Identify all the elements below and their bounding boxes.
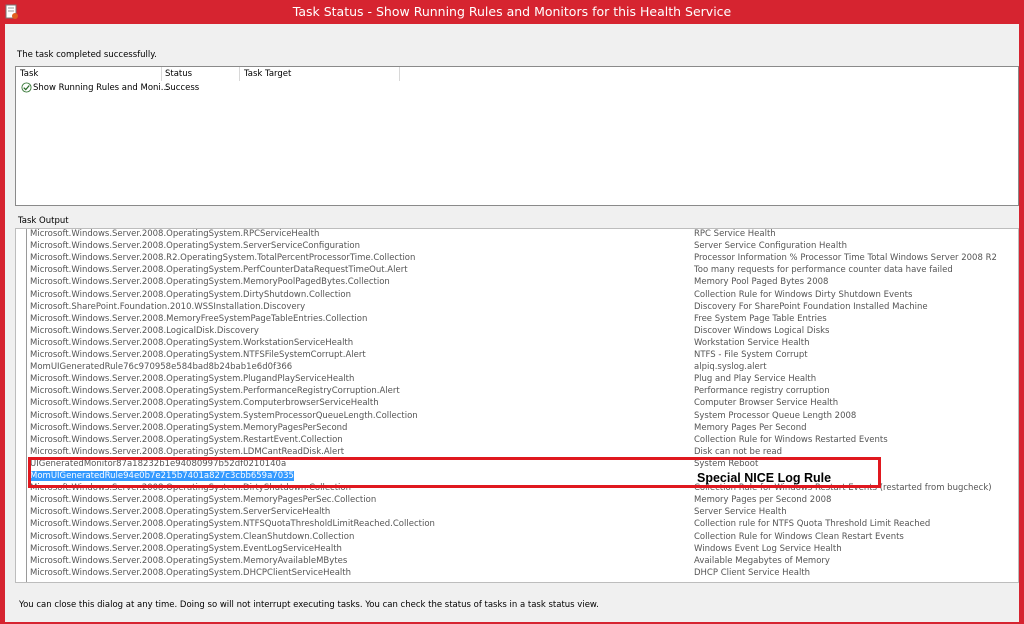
output-row[interactable]: Microsoft.Windows.Server.2008.OperatingS… [16, 290, 1018, 302]
output-row-name: Microsoft.Windows.Server.2008.LogicalDis… [30, 325, 259, 336]
column-header-status[interactable]: Status [165, 69, 192, 79]
output-row[interactable]: Microsoft.Windows.Server.2008.OperatingS… [16, 507, 1018, 519]
output-row[interactable]: Microsoft.Windows.Server.2008.MemoryFree… [16, 314, 1018, 326]
output-row[interactable]: Microsoft.SharePoint.Foundation.2010.WSS… [16, 302, 1018, 314]
output-row-description: Server Service Health [694, 507, 787, 518]
output-row-name: Microsoft.Windows.Server.2008.OperatingS… [30, 410, 418, 421]
output-row-description: Free System Page Table Entries [694, 313, 827, 324]
grid-header: Task Status Task Target [16, 67, 1018, 81]
output-row-name: Microsoft.Windows.Server.2008.OperatingS… [30, 229, 320, 239]
task-output-label: Task Output [18, 216, 69, 226]
output-row-name: Microsoft.Windows.Server.2008.OperatingS… [30, 507, 331, 518]
output-row-description: Collection rule for NTFS Quota Threshold… [694, 519, 931, 530]
output-row-description: Discovery For SharePoint Foundation Inst… [694, 301, 928, 312]
output-row[interactable]: Microsoft.Windows.Server.2008.OperatingS… [16, 398, 1018, 410]
success-check-icon [21, 82, 32, 93]
output-row-description: Collection Rule for Windows Clean Restar… [694, 531, 904, 542]
window-frame-left [0, 24, 5, 624]
output-row-name: Microsoft.Windows.Server.2008.OperatingS… [30, 277, 390, 288]
output-row[interactable]: Microsoft.Windows.Server.2008.OperatingS… [16, 556, 1018, 568]
output-row-description: alpiq.syslog.alert [694, 362, 767, 373]
window-frame-right [1019, 24, 1024, 624]
task-output-panel[interactable]: Microsoft.Windows.Server.2008.OperatingS… [15, 228, 1019, 583]
output-row-description: DHCP Client Service Health [694, 567, 811, 578]
output-row[interactable]: Microsoft.Windows.Server.2008.OperatingS… [16, 241, 1018, 253]
output-row-name: Microsoft.Windows.Server.2008.OperatingS… [30, 495, 377, 506]
output-row[interactable]: Microsoft.Windows.Server.2008.OperatingS… [16, 568, 1018, 580]
output-row-name: Microsoft.Windows.Server.2008.OperatingS… [30, 398, 379, 409]
output-row-description: Server Service Configuration Health [694, 241, 847, 252]
output-row[interactable]: Microsoft.Windows.Server.2008.OperatingS… [16, 338, 1018, 350]
output-row-name: Microsoft.Windows.Server.2008.OperatingS… [30, 374, 355, 385]
output-row-description: Collection Rule for Windows Restarted Ev… [694, 434, 888, 445]
output-row-description: Memory Pages Per Second [694, 422, 807, 433]
output-row-name: Microsoft.Windows.Server.2008.OperatingS… [30, 289, 351, 300]
output-row-description: RPC Service Health [694, 229, 776, 239]
task-grid[interactable]: Task Status Task Target Show Running Rul… [15, 66, 1019, 206]
output-row[interactable]: Microsoft.Windows.Server.2008.OperatingS… [16, 411, 1018, 423]
output-row-name: Microsoft.Windows.Server.2008.OperatingS… [30, 241, 360, 252]
output-row-name: Microsoft.Windows.Server.2008.OperatingS… [30, 555, 348, 566]
output-row[interactable]: Microsoft.Windows.Server.2008.OperatingS… [16, 544, 1018, 556]
output-row-description: Performance registry corruption [694, 386, 830, 397]
output-row-name: Microsoft.Windows.Server.2008.OperatingS… [30, 265, 408, 276]
output-row[interactable]: Microsoft.Windows.Server.2008.OperatingS… [16, 374, 1018, 386]
output-row[interactable]: Microsoft.Windows.Server.2008.OperatingS… [16, 229, 1018, 241]
output-row-name: Microsoft.Windows.Server.2008.OperatingS… [30, 422, 348, 433]
column-divider[interactable] [399, 67, 400, 81]
column-header-task[interactable]: Task [20, 69, 38, 79]
output-row-name: Microsoft.Windows.Server.2008.OperatingS… [30, 350, 366, 360]
output-row-name: Microsoft.Windows.Server.2008.OperatingS… [30, 386, 400, 397]
task-name: Show Running Rules and Moni... [33, 83, 169, 93]
output-row-name: Microsoft.Windows.Server.2008.OperatingS… [30, 337, 354, 348]
output-row[interactable]: MomUIGeneratedRule76c970958e584bad8b24ba… [16, 362, 1018, 374]
output-row[interactable]: Microsoft.Windows.Server.2008.OperatingS… [16, 423, 1018, 435]
output-row[interactable]: Microsoft.Windows.Server.2008.OperatingS… [16, 519, 1018, 531]
output-row[interactable]: Microsoft.Windows.Server.2008.OperatingS… [16, 386, 1018, 398]
output-row[interactable]: Microsoft.Windows.Server.2008.OperatingS… [16, 277, 1018, 289]
status-message: The task completed successfully. [17, 50, 157, 60]
annotation-label: Special NICE Log Rule [697, 471, 832, 485]
output-row-description: NTFS - File System Corrupt [694, 350, 808, 360]
output-row-description: Computer Browser Service Health [694, 398, 839, 409]
output-row[interactable]: Microsoft.Windows.Server.2008.R2.Operati… [16, 253, 1018, 265]
output-row-name: Microsoft.Windows.Server.2008.OperatingS… [30, 519, 435, 530]
window-title: Task Status - Show Running Rules and Mon… [292, 4, 732, 19]
output-row[interactable]: Microsoft.Windows.Server.2008.OperatingS… [16, 435, 1018, 447]
output-row-description: Memory Pool Paged Bytes 2008 [694, 277, 829, 288]
output-row-name: Microsoft.Windows.Server.2008.OperatingS… [30, 434, 343, 445]
table-row[interactable]: Show Running Rules and Moni... Success [16, 81, 1018, 95]
output-row-description: Discover Windows Logical Disks [694, 325, 830, 336]
column-header-task-target[interactable]: Task Target [244, 69, 291, 79]
output-row-name: Microsoft.Windows.Server.2008.MemoryFree… [30, 313, 368, 324]
output-row[interactable]: Microsoft.Windows.Server.2008.OperatingS… [16, 532, 1018, 544]
column-divider[interactable] [239, 67, 240, 81]
output-row-description: Available Megabytes of Memory [694, 555, 830, 566]
output-row-name: Microsoft.Windows.Server.2008.OperatingS… [30, 446, 345, 457]
output-row-name: MomUIGeneratedRule76c970958e584bad8b24ba… [30, 362, 293, 373]
output-row-description: Windows Event Log Service Health [694, 543, 842, 554]
output-row-description: Collection Rule for Windows Dirty Shutdo… [694, 289, 913, 300]
output-row-description: Memory Pages per Second 2008 [694, 495, 832, 506]
output-row-description: Too many requests for performance counte… [694, 265, 953, 276]
footer-message: You can close this dialog at any time. D… [19, 600, 599, 610]
output-row-description: System Processor Queue Length 2008 [694, 410, 857, 421]
output-row-description: Workstation Service Health [694, 337, 810, 348]
output-row[interactable]: Microsoft.Windows.Server.2008.OperatingS… [16, 350, 1018, 362]
output-row-description: Processor Information % Processor Time T… [694, 253, 997, 264]
output-row[interactable]: Microsoft.Windows.Server.2008.LogicalDis… [16, 326, 1018, 338]
output-row-name: Microsoft.Windows.Server.2008.R2.Operati… [30, 253, 416, 264]
column-divider[interactable] [161, 67, 162, 81]
output-row[interactable]: Microsoft.Windows.Server.2008.OperatingS… [16, 495, 1018, 507]
output-row-name: Microsoft.Windows.Server.2008.OperatingS… [30, 567, 351, 578]
task-status: Success [165, 83, 200, 93]
output-row-name: Microsoft.SharePoint.Foundation.2010.WSS… [30, 301, 306, 312]
output-row-description: Plug and Play Service Health [694, 374, 817, 385]
output-row-name: Microsoft.Windows.Server.2008.OperatingS… [30, 543, 342, 554]
title-bar[interactable]: Task Status - Show Running Rules and Mon… [0, 0, 1024, 24]
output-row-description: Disk can not be read [694, 446, 783, 457]
output-row-name: Microsoft.Windows.Server.2008.OperatingS… [30, 531, 355, 542]
output-row[interactable]: Microsoft.Windows.Server.2008.OperatingS… [16, 265, 1018, 277]
